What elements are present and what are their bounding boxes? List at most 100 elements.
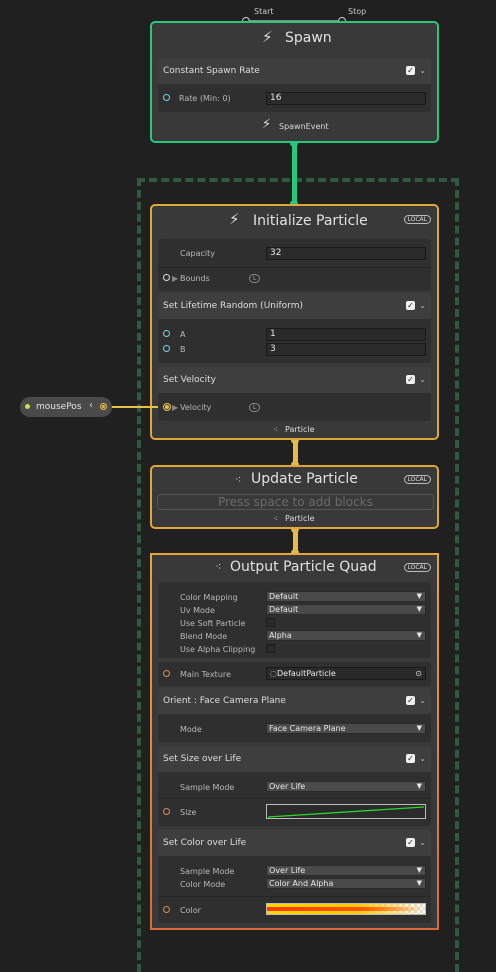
update-context[interactable]: ⁖ Update Particle LOCAL Press space to a…	[150, 465, 439, 529]
local-space-badge[interactable]: LOCAL	[403, 475, 431, 484]
set-lifetime-random-block[interactable]: Set Lifetime Random (Uniform) ✓ ⌄ A 1 B …	[158, 293, 431, 363]
spawn-start-label: Start	[254, 7, 274, 16]
set-velocity-block[interactable]: Set Velocity ✓ ⌄ ▶ Velocity L	[158, 367, 431, 421]
color-label: Color	[180, 906, 201, 915]
dropdown-arrow-icon: ▼	[416, 866, 422, 874]
dropdown-arrow-icon: ▼	[416, 879, 422, 887]
color-sample-mode-dropdown[interactable]: Over Life ▼	[266, 865, 426, 876]
block-header: Constant Spawn Rate ✓ ⌄	[158, 58, 431, 84]
main-texture-row: Main Texture ◌DefaultParticle ⊙	[158, 662, 431, 686]
a-field[interactable]: 1	[266, 328, 426, 341]
constant-spawn-rate-block[interactable]: Constant Spawn Rate ✓ ⌄ Rate (Min: 0) 16	[158, 58, 431, 112]
color-input-port[interactable]	[163, 906, 170, 913]
color-gradient-field[interactable]	[266, 903, 426, 915]
local-space-badge[interactable]: LOCAL	[403, 563, 431, 572]
block-enable-checkbox[interactable]: ✓	[406, 838, 415, 847]
capacity-field[interactable]: 32	[266, 247, 426, 260]
blend-mode-label: Blend Mode	[180, 632, 228, 641]
block-title: Set Velocity	[163, 375, 216, 385]
block-title: Set Color over Life	[163, 838, 247, 848]
orient-block[interactable]: Orient : Face Camera Plane ✓ ⌄ Mode Face…	[158, 688, 431, 742]
orient-mode-dropdown[interactable]: Face Camera Plane ▼	[266, 723, 426, 734]
local-space-badge[interactable]: LOCAL	[403, 215, 431, 224]
init-settings: Capacity 32 ▶ Bounds L	[158, 239, 431, 291]
spawn-stop-label: Stop	[348, 7, 367, 16]
bounds-input-port[interactable]	[163, 274, 170, 281]
velocity-input-port[interactable]	[163, 403, 171, 411]
rate-input-port[interactable]	[163, 94, 170, 101]
rate-field[interactable]: 16	[266, 92, 426, 105]
main-texture-input-port[interactable]	[163, 670, 170, 677]
set-color-over-life-block[interactable]: Set Color over Life ✓ ⌄ Sample Mode Over…	[158, 830, 431, 923]
lightning-icon: ⚡	[229, 210, 240, 228]
color-mapping-dropdown[interactable]: Default ▼	[266, 591, 426, 602]
block-enable-checkbox[interactable]: ✓	[406, 754, 415, 763]
set-size-over-life-block[interactable]: Set Size over Life ✓ ⌄ Sample Mode Over …	[158, 746, 431, 826]
block-enable-checkbox[interactable]: ✓	[406, 301, 415, 310]
add-blocks-placeholder[interactable]: Press space to add blocks	[157, 494, 434, 510]
divider	[158, 267, 431, 268]
chevron-down-icon[interactable]: ⌄	[419, 696, 426, 705]
block-header: Set Velocity ✓ ⌄	[158, 367, 431, 393]
dropdown-arrow-icon: ▼	[416, 782, 422, 790]
soft-particle-checkbox[interactable]	[266, 618, 275, 627]
soft-particle-label: Use Soft Particle	[180, 619, 246, 628]
main-texture-field[interactable]: ◌DefaultParticle ⊙	[266, 667, 426, 680]
particle-icon: ⁖	[235, 473, 242, 486]
spawn-context[interactable]: ⚡ Spawn Constant Spawn Rate ✓ ⌄ Rate (Mi…	[150, 21, 439, 143]
particle-icon: ⁖	[273, 514, 278, 523]
lightning-icon: ⚡	[262, 117, 272, 132]
chevron-down-icon[interactable]: ⌄	[419, 301, 426, 310]
size-input-port[interactable]	[163, 808, 170, 815]
alpha-clipping-label: Use Alpha Clipping	[180, 645, 256, 654]
chevron-left-icon[interactable]: ‹	[89, 400, 93, 411]
chevron-down-icon[interactable]: ⌄	[419, 66, 426, 75]
sample-mode-label: Sample Mode	[180, 867, 235, 876]
expand-arrow-icon[interactable]: ▶	[172, 403, 178, 412]
initialize-context[interactable]: ⚡ Initialize Particle LOCAL Capacity 32 …	[150, 204, 439, 440]
main-texture-label: Main Texture	[180, 670, 231, 679]
space-badge[interactable]: L	[249, 274, 261, 283]
color-mode-dropdown[interactable]: Color And Alpha ▼	[266, 878, 426, 889]
mousepos-output-port[interactable]	[100, 403, 107, 410]
init-footer-label: Particle	[285, 425, 315, 434]
block-header: Orient : Face Camera Plane ✓ ⌄	[158, 688, 431, 714]
a-label: A	[180, 330, 186, 339]
update-title: Update Particle	[251, 471, 358, 487]
parameter-dot-icon	[25, 404, 30, 409]
block-header: Set Color over Life ✓ ⌄	[158, 830, 431, 856]
lightning-icon: ⚡	[262, 28, 273, 46]
expand-arrow-icon[interactable]: ▶	[172, 274, 178, 283]
mousepos-link	[108, 406, 158, 408]
chevron-down-icon[interactable]: ⌄	[419, 754, 426, 763]
block-header: Set Size over Life ✓ ⌄	[158, 746, 431, 772]
a-input-port[interactable]	[163, 330, 170, 337]
chevron-down-icon[interactable]: ⌄	[419, 838, 426, 847]
space-badge[interactable]: L	[249, 403, 261, 412]
size-label: Size	[180, 808, 197, 817]
size-sample-mode-dropdown[interactable]: Over Life ▼	[266, 781, 426, 792]
color-mode-label: Color Mode	[180, 880, 226, 889]
chevron-down-icon[interactable]: ⌄	[419, 375, 426, 384]
block-enable-checkbox[interactable]: ✓	[406, 66, 415, 75]
particle-icon: ⁖	[273, 425, 278, 434]
alpha-clipping-checkbox[interactable]	[266, 644, 275, 653]
b-input-port[interactable]	[163, 345, 170, 352]
mousepos-parameter-node[interactable]: mousePos ‹	[20, 397, 112, 417]
spawn-title: Spawn	[285, 30, 332, 46]
output-title: Output Particle Quad	[230, 559, 377, 575]
mousepos-label: mousePos	[36, 402, 82, 412]
size-curve-field[interactable]	[266, 804, 426, 819]
block-enable-checkbox[interactable]: ✓	[406, 696, 415, 705]
update-footer-label: Particle	[285, 514, 315, 523]
bounds-label: Bounds	[180, 274, 210, 283]
b-field[interactable]: 3	[266, 343, 426, 356]
color-mapping-label: Color Mapping	[180, 593, 238, 602]
block-enable-checkbox[interactable]: ✓	[406, 375, 415, 384]
output-context[interactable]: ⁖ Output Particle Quad LOCAL Color Mappi…	[150, 553, 439, 930]
rate-row: Rate (Min: 0) 16	[158, 88, 431, 110]
uv-mode-dropdown[interactable]: Default ▼	[266, 604, 426, 615]
object-picker-icon[interactable]: ⊙	[415, 668, 422, 679]
block-title: Constant Spawn Rate	[163, 66, 260, 76]
blend-mode-dropdown[interactable]: Alpha ▼	[266, 630, 426, 641]
